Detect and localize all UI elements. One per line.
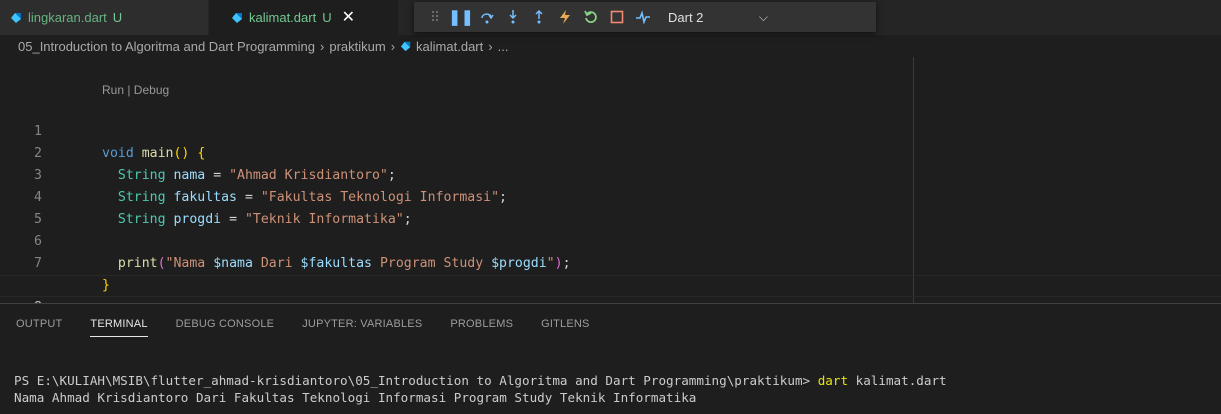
tab-output[interactable]: OUTPUT: [16, 318, 62, 337]
tab-kalimat-dart[interactable]: kalimat.dart U ✕: [209, 0, 399, 35]
tab-problems[interactable]: PROBLEMS: [450, 318, 513, 337]
step-into-icon[interactable]: [500, 6, 526, 28]
untracked-badge: U: [112, 10, 123, 25]
terminal-output[interactable]: PS E:\KULIAH\MSIB\flutter_ahmad-krisdian…: [14, 372, 947, 406]
restart-icon[interactable]: [578, 6, 604, 28]
code-line: 6 print("Nama $nama Dari $fakultas Progr…: [0, 209, 1221, 271]
tab-label: lingkaran.dart: [28, 10, 107, 25]
tab-terminal[interactable]: TERMINAL: [90, 318, 148, 337]
dart-file-icon: [232, 12, 242, 23]
interpolation: $fakultas: [300, 256, 372, 271]
line-number: 7: [34, 256, 42, 271]
debug-toolbar: ⠿ ❚❚ Dart 2 ⌵: [414, 2, 876, 32]
debug-config-value: Dart 2: [668, 9, 704, 25]
chevron-right-icon: ›: [488, 38, 493, 54]
breadcrumb-item[interactable]: kalimat.dart: [416, 39, 483, 54]
interpolation: $progdi: [491, 256, 547, 271]
tab-label: kalimat.dart: [249, 10, 317, 25]
dart-file-icon: [400, 41, 411, 51]
code-line: 3 String fakultas = "Fakultas Teknologi …: [0, 143, 1221, 205]
code-editor[interactable]: Run | Debug 1 void main() { 2 String nam…: [0, 57, 1221, 315]
breadcrumb: 05_Introduction to Algoritma and Dart Pr…: [0, 35, 1221, 57]
chevron-right-icon: ›: [320, 38, 325, 54]
pause-icon[interactable]: ❚❚: [448, 6, 474, 28]
codelens-run-debug[interactable]: Run | Debug: [102, 83, 169, 97]
untracked-badge: U: [322, 10, 332, 25]
function-name: print: [117, 256, 158, 271]
tab-jupyter-variables[interactable]: JUPYTER: VARIABLES: [302, 318, 422, 337]
devtools-icon[interactable]: [630, 6, 656, 28]
breadcrumb-item[interactable]: praktikum: [329, 39, 385, 54]
debug-config-select[interactable]: Dart 2 ⌵: [662, 6, 774, 28]
string-literal: "Nama: [165, 256, 214, 271]
step-over-icon[interactable]: [474, 6, 500, 28]
hot-reload-icon[interactable]: [552, 6, 578, 28]
terminal-command: dart: [817, 373, 849, 388]
code-line: 8: [0, 275, 1221, 315]
tab-gitlens[interactable]: GITLENS: [541, 318, 589, 337]
interpolation: $nama: [213, 256, 253, 271]
grip-icon[interactable]: ⠿: [422, 6, 448, 28]
string-literal: ": [546, 256, 555, 271]
tab-lingkaran-dart[interactable]: lingkaran.dart U: [0, 0, 209, 35]
terminal-prompt: PS E:\KULIAH\MSIB\flutter_ahmad-krisdian…: [14, 373, 818, 388]
stop-icon[interactable]: [604, 6, 630, 28]
code-line: 5: [0, 187, 1221, 227]
terminal-result: Nama Ahmad Krisdiantoro Dari Fakultas Te…: [14, 390, 697, 405]
close-icon[interactable]: ✕: [342, 9, 355, 26]
bottom-panel: OUTPUT TERMINAL DEBUG CONSOLE JUPYTER: V…: [0, 303, 1221, 414]
tab-debug-console[interactable]: DEBUG CONSOLE: [176, 318, 275, 337]
code-line: 1 void main() {: [0, 99, 1221, 161]
panel-tabs: OUTPUT TERMINAL DEBUG CONSOLE JUPYTER: V…: [16, 318, 618, 337]
dart-file-icon: [11, 12, 21, 23]
breadcrumb-item[interactable]: ...: [498, 39, 509, 54]
step-out-icon[interactable]: [526, 6, 552, 28]
chevron-down-icon: ⌵: [758, 9, 768, 24]
terminal-args: kalimat.dart: [848, 373, 947, 388]
breadcrumb-item[interactable]: 05_Introduction to Algoritma and Dart Pr…: [18, 39, 315, 54]
string-literal: Program Study: [372, 256, 492, 271]
string-literal: Dari: [252, 256, 301, 271]
code-line: 4 String progdi = "Teknik Informatika";: [0, 165, 1221, 227]
code-line: 7 }: [0, 231, 1221, 293]
code-line: 2 String nama = "Ahmad Krisdiantoro";: [0, 121, 1221, 183]
chevron-right-icon: ›: [390, 38, 396, 54]
